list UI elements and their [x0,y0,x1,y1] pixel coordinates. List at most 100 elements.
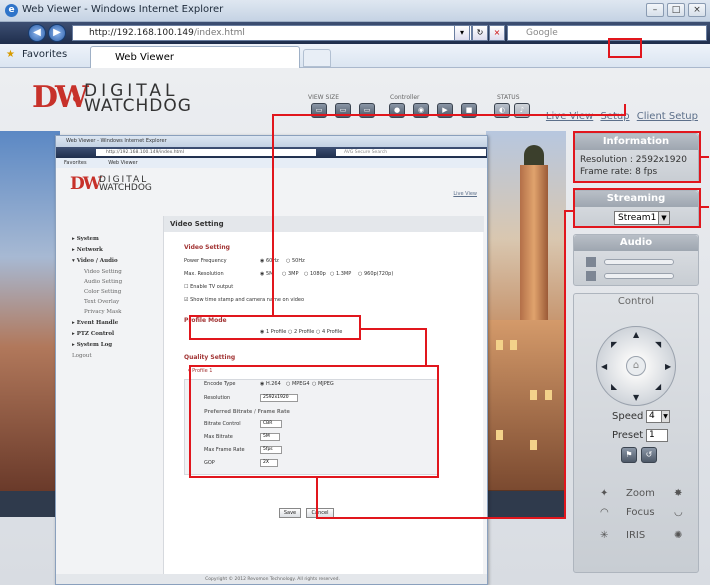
annotation-line [624,104,626,116]
annotation-line [316,517,566,519]
search-input[interactable]: Google [507,25,707,41]
res-1080p-radio[interactable]: ○ 1080p [304,271,326,277]
sidebar-sub-privacy-mask[interactable]: Privacy Mask [84,309,121,315]
control-panel: Control ⌂ ▲ ▼ ◀ ▶ ◤ ◥ ◣ ◢ Speed 4 ▼ Pres… [573,293,699,573]
minimize-button[interactable]: – [646,3,664,17]
close-button[interactable]: × [688,3,706,17]
address-dropdown-icon[interactable]: ▾ [454,25,470,41]
res-3mp-radio[interactable]: ○ 3MP [282,271,298,277]
audio-panel: Audio [573,234,699,286]
window-light [496,430,503,440]
client-setup-link[interactable]: Client Setup [637,111,698,122]
view-size-label: VIEW SIZE [308,94,339,101]
power-60hz-radio[interactable]: ◉ 60Hz [260,258,279,264]
show-timestamp-checkbox[interactable]: ☑ Show time stamp and camera name on vid… [184,297,304,303]
pan-down-left-icon[interactable]: ◣ [611,382,617,391]
favorites-star-icon[interactable]: ★ [6,49,15,60]
inner-live-view-link[interactable]: Live View [453,191,477,197]
speaker-volume-slider[interactable] [604,259,674,265]
sidebar-item-event-handle[interactable]: ▸ Event Handle [72,320,118,326]
preset-label: Preset [612,430,644,441]
pan-right-icon[interactable]: ▶ [665,362,671,371]
iris-open-icon[interactable]: ✺ [674,530,682,541]
sidebar-sub-video-setting[interactable]: Video Setting [84,269,122,275]
streaming-highlight-box [573,188,701,228]
forward-button[interactable]: ▶ [48,24,66,42]
pan-down-right-icon[interactable]: ◢ [655,382,661,391]
pan-up-right-icon[interactable]: ◥ [655,340,661,349]
back-button[interactable]: ◀ [28,24,46,42]
window-light [545,390,552,400]
top-nav-links: Live View Setup Client Setup [542,111,698,122]
power-frequency-label: Power Frequency [184,258,227,264]
logo-bottom-text: WATCHDOG [84,96,192,116]
res-960p-radio[interactable]: ○ 960p(720p) [358,271,393,277]
annotation-line [272,114,625,116]
sidebar-item-video-audio[interactable]: ▾ Video / Audio [72,258,118,264]
pan-left-icon[interactable]: ◀ [601,362,607,371]
address-bar[interactable]: http://192.168.100.149/index.html [72,25,472,41]
quality-setting-highlight-box [189,365,439,478]
chevron-down-icon: ▼ [661,411,669,422]
new-tab-button[interactable] [303,49,331,67]
enable-tv-output-checkbox[interactable]: ☐ Enable TV output [184,284,233,290]
speaker-row [586,257,682,267]
address-host: http://192.168.100.149 [89,28,194,38]
sidebar-item-logout[interactable]: Logout [72,353,92,359]
pan-down-icon[interactable]: ▼ [633,393,639,402]
home-icon[interactable]: ⌂ [626,356,646,376]
speed-label: Speed [612,411,644,422]
iris-label: IRIS [626,530,646,541]
preset-set-button[interactable]: ↺ [641,447,657,463]
sidebar-sub-audio-setting[interactable]: Audio Setting [84,279,122,285]
annotation-line [425,328,427,366]
speed-select[interactable]: 4 ▼ [646,410,670,423]
preset-input[interactable]: 1 [646,429,668,442]
sidebar-item-network[interactable]: ▸ Network [72,247,103,253]
inner-search-input[interactable]: AVG Secure Search [336,149,486,156]
annotation-line [701,156,709,158]
sidebar-sub-color-setting[interactable]: Color Setting [84,289,121,295]
speaker-icon[interactable] [586,257,596,267]
inner-logo-bottom: WATCHDOG [99,183,152,193]
inner-tab-label[interactable]: Web Viewer [108,160,138,166]
tab-web-viewer[interactable]: Web Viewer [90,46,300,68]
focus-row: ◠ Focus ◡ [592,507,692,521]
window-light [510,340,517,350]
pan-up-icon[interactable]: ▲ [633,330,639,339]
annotation-line [701,206,709,208]
inner-address-bar[interactable]: http://192.168.100.149/index.html [96,149,316,156]
preset-go-button[interactable]: ⚑ [621,447,637,463]
inner-favorites-label[interactable]: Favorites [64,160,87,166]
sidebar-item-system[interactable]: ▸ System [72,236,99,242]
save-button[interactable]: Save [279,508,301,518]
zoom-out-icon[interactable]: ✦ [600,488,608,499]
focus-far-icon[interactable]: ◡ [674,507,683,518]
mic-volume-slider[interactable] [604,273,674,279]
annotation-line [272,114,274,316]
sidebar-sub-text-overlay[interactable]: Text Overlay [84,299,119,305]
zoom-in-icon[interactable]: ✸ [674,488,682,499]
refresh-icon[interactable]: ↻ [472,25,488,41]
sidebar-item-system-log[interactable]: ▸ System Log [72,342,112,348]
inner-logo-mark: DW [70,174,102,194]
focus-near-icon[interactable]: ◠ [600,507,609,518]
information-highlight-box [573,131,701,183]
window-light [496,340,503,350]
pan-up-left-icon[interactable]: ◤ [611,340,617,349]
res-13mp-radio[interactable]: ○ 1.3MP [330,271,351,277]
microphone-icon[interactable] [586,271,596,281]
iris-close-icon[interactable]: ✳ [600,530,608,541]
live-view-link[interactable]: Live View [546,111,593,122]
stop-icon[interactable]: × [489,25,505,41]
focus-label: Focus [626,507,655,518]
power-50hz-radio[interactable]: ○ 50Hz [286,258,305,264]
audio-title: Audio [574,235,698,251]
favorites-label[interactable]: Favorites [22,49,67,60]
sidebar-item-ptz-control[interactable]: ▸ PTZ Control [72,331,114,337]
maximize-button[interactable]: □ [667,3,685,17]
max-resolution-label: Max. Resolution [184,271,224,277]
annotation-line [564,210,574,212]
favorites-bar: ★ Favorites Web Viewer [0,44,710,68]
zoom-row: ✦ Zoom ✸ [592,488,692,502]
